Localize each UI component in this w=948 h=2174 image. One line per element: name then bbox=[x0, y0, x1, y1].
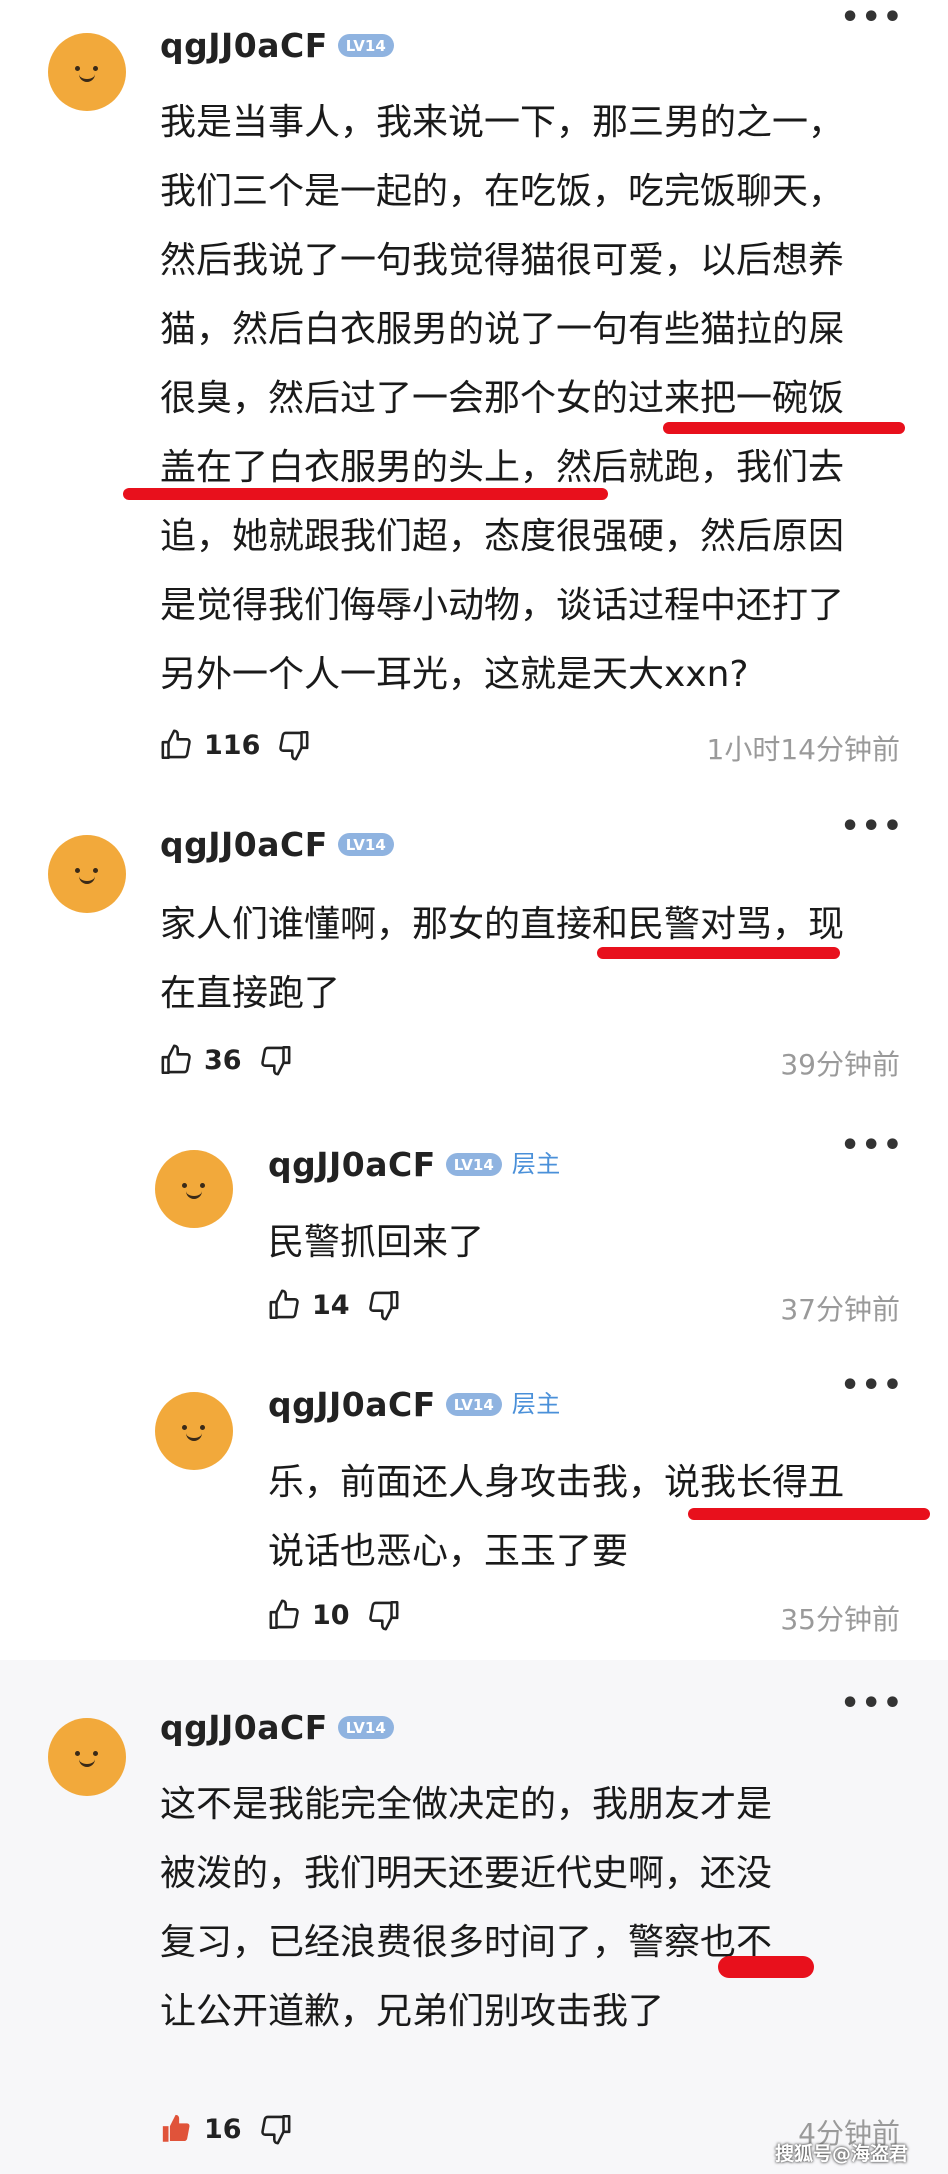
like-count: 16 bbox=[204, 2113, 242, 2145]
like-count: 14 bbox=[312, 1289, 350, 1321]
highlight-underline bbox=[123, 488, 608, 500]
timestamp: 1小时14分钟前 bbox=[706, 733, 900, 766]
comment-actions: 36 bbox=[160, 1043, 292, 1077]
avatar[interactable] bbox=[48, 835, 126, 913]
comment-line: 猫，然后白衣服男的说了一句有些猫拉的屎 bbox=[160, 309, 845, 350]
timestamp: 39分钟前 bbox=[780, 1048, 900, 1081]
thumbs-down-icon[interactable] bbox=[366, 1598, 400, 1632]
more-dots-icon[interactable]: ••• bbox=[840, 1128, 904, 1163]
comment-line: 我是当事人，我来说一下，那三男的之一， bbox=[160, 102, 845, 143]
timestamp: 35分钟前 bbox=[780, 1603, 900, 1636]
reply-item: qgJJ0aCF LV14 层主 ••• 民警抓回来了 14 37分钟前 bbox=[0, 1110, 948, 1350]
reply-item: qgJJ0aCF LV14 层主 ••• 乐，前面还人身攻击我，说我长得丑 说话也恶… bbox=[0, 1350, 948, 1660]
thumbs-down-icon[interactable] bbox=[276, 728, 310, 762]
more-dots-icon[interactable]: ••• bbox=[840, 0, 904, 35]
level-badge: LV14 bbox=[337, 1716, 394, 1739]
avatar[interactable] bbox=[155, 1392, 233, 1470]
avatar-mouth bbox=[186, 1430, 202, 1441]
like-count: 10 bbox=[312, 1599, 350, 1631]
comment-text: 家人们谁懂啊，那女的直接和民警对骂，现 在直接跑了 bbox=[160, 890, 844, 1028]
comment-actions: 14 bbox=[268, 1288, 400, 1322]
comment-line: 在直接跑了 bbox=[160, 973, 341, 1014]
comment-line: 然后我说了一句我觉得猫很可爱，以后想养 bbox=[160, 240, 845, 281]
owner-badge: 层主 bbox=[511, 1390, 561, 1418]
more-dots-icon[interactable]: ••• bbox=[840, 1368, 904, 1403]
avatar-mouth bbox=[79, 873, 95, 884]
comment-actions: 10 bbox=[268, 1598, 400, 1632]
thumbs-down-icon[interactable] bbox=[258, 2112, 292, 2146]
avatar-mouth bbox=[79, 71, 95, 82]
comment-line: 民警抓回来了 bbox=[268, 1222, 485, 1263]
comment-actions: 116 bbox=[160, 728, 310, 762]
thumbs-down-icon[interactable] bbox=[366, 1288, 400, 1322]
avatar[interactable] bbox=[155, 1150, 233, 1228]
username[interactable]: qgJJ0aCF LV14 bbox=[160, 825, 394, 864]
thumbs-down-icon[interactable] bbox=[258, 1043, 292, 1077]
comment-text: 这不是我能完全做决定的，我朋友才是 被泼的，我们明天还要近代史啊，还没 复习，已… bbox=[160, 1770, 772, 2046]
username[interactable]: qgJJ0aCF LV14 bbox=[160, 26, 394, 65]
avatar-mouth bbox=[79, 1756, 95, 1767]
comment-line: 这不是我能完全做决定的，我朋友才是 bbox=[160, 1784, 773, 1825]
comment-item: qgJJ0aCF LV14 ••• 家人们谁懂啊，那女的直接和民警对骂，现 在直接… bbox=[0, 795, 948, 1110]
comment-line: 乐，前面还人身攻击我，说我长得丑 bbox=[268, 1462, 845, 1503]
avatar-mouth bbox=[186, 1188, 202, 1199]
more-dots-icon[interactable]: ••• bbox=[840, 1686, 904, 1721]
comment-line: 说话也恶心，玉玉了要 bbox=[268, 1531, 629, 1572]
username[interactable]: qgJJ0aCF LV14 层主 bbox=[268, 1144, 561, 1184]
comment-line: 是觉得我们侮辱小动物，谈话过程中还打了 bbox=[160, 585, 845, 626]
avatar[interactable] bbox=[48, 33, 126, 111]
thumbs-up-icon[interactable] bbox=[160, 1043, 194, 1077]
comment-line: 追，她就跟我们超，态度很强硬，然后原因 bbox=[160, 516, 845, 557]
level-badge: LV14 bbox=[445, 1153, 502, 1176]
comment-line: 另外一个人一耳光，这就是天大xxn? bbox=[160, 654, 749, 695]
avatar[interactable] bbox=[48, 1718, 126, 1796]
username[interactable]: qgJJ0aCF LV14 层主 bbox=[268, 1384, 561, 1424]
thumbs-up-icon[interactable] bbox=[268, 1598, 302, 1632]
comment-text: 我是当事人，我来说一下，那三男的之一， 我们三个是一起的，在吃饭，吃完饭聊天， … bbox=[160, 88, 844, 709]
comment-item: qgJJ0aCF LV14 ••• 我是当事人，我来说一下，那三男的之一， 我们三… bbox=[0, 0, 948, 795]
more-dots-icon[interactable]: ••• bbox=[840, 809, 904, 844]
comment-actions: 16 bbox=[160, 2112, 292, 2146]
comment-item: qgJJ0aCF LV14 ••• 这不是我能完全做决定的，我朋友才是 被泼的，我… bbox=[0, 1660, 948, 2174]
level-badge: LV14 bbox=[445, 1393, 502, 1416]
like-count: 36 bbox=[204, 1044, 242, 1076]
timestamp: 37分钟前 bbox=[780, 1293, 900, 1326]
thumbs-up-icon[interactable] bbox=[160, 728, 194, 762]
highlight-underline bbox=[688, 1508, 930, 1520]
comment-line: 让公开道歉，兄弟们别攻击我了 bbox=[160, 1991, 665, 2032]
username-text[interactable]: qgJJ0aCF bbox=[160, 1708, 328, 1747]
thumbs-up-icon[interactable] bbox=[160, 2112, 194, 2146]
comment-line: 复习，已经浪费很多时间了，警察也不 bbox=[160, 1922, 773, 1963]
username-text[interactable]: qgJJ0aCF bbox=[268, 1385, 436, 1424]
username-text[interactable]: qgJJ0aCF bbox=[160, 26, 328, 65]
highlight-underline bbox=[663, 422, 905, 434]
comment-line: 被泼的，我们明天还要近代史啊，还没 bbox=[160, 1853, 773, 1894]
watermark: 搜狐号@海盗君 bbox=[774, 2143, 908, 2165]
highlight-underline bbox=[718, 1956, 814, 1978]
comment-text: 民警抓回来了 bbox=[268, 1208, 484, 1277]
thumbs-up-icon[interactable] bbox=[268, 1288, 302, 1322]
level-badge: LV14 bbox=[337, 34, 394, 57]
username-text[interactable]: qgJJ0aCF bbox=[160, 825, 328, 864]
owner-badge: 层主 bbox=[511, 1150, 561, 1178]
highlight-underline bbox=[597, 947, 840, 959]
level-badge: LV14 bbox=[337, 833, 394, 856]
like-count: 116 bbox=[204, 729, 261, 761]
username[interactable]: qgJJ0aCF LV14 bbox=[160, 1708, 394, 1747]
comment-line: 我们三个是一起的，在吃饭，吃完饭聊天， bbox=[160, 171, 845, 212]
username-text[interactable]: qgJJ0aCF bbox=[268, 1145, 436, 1184]
